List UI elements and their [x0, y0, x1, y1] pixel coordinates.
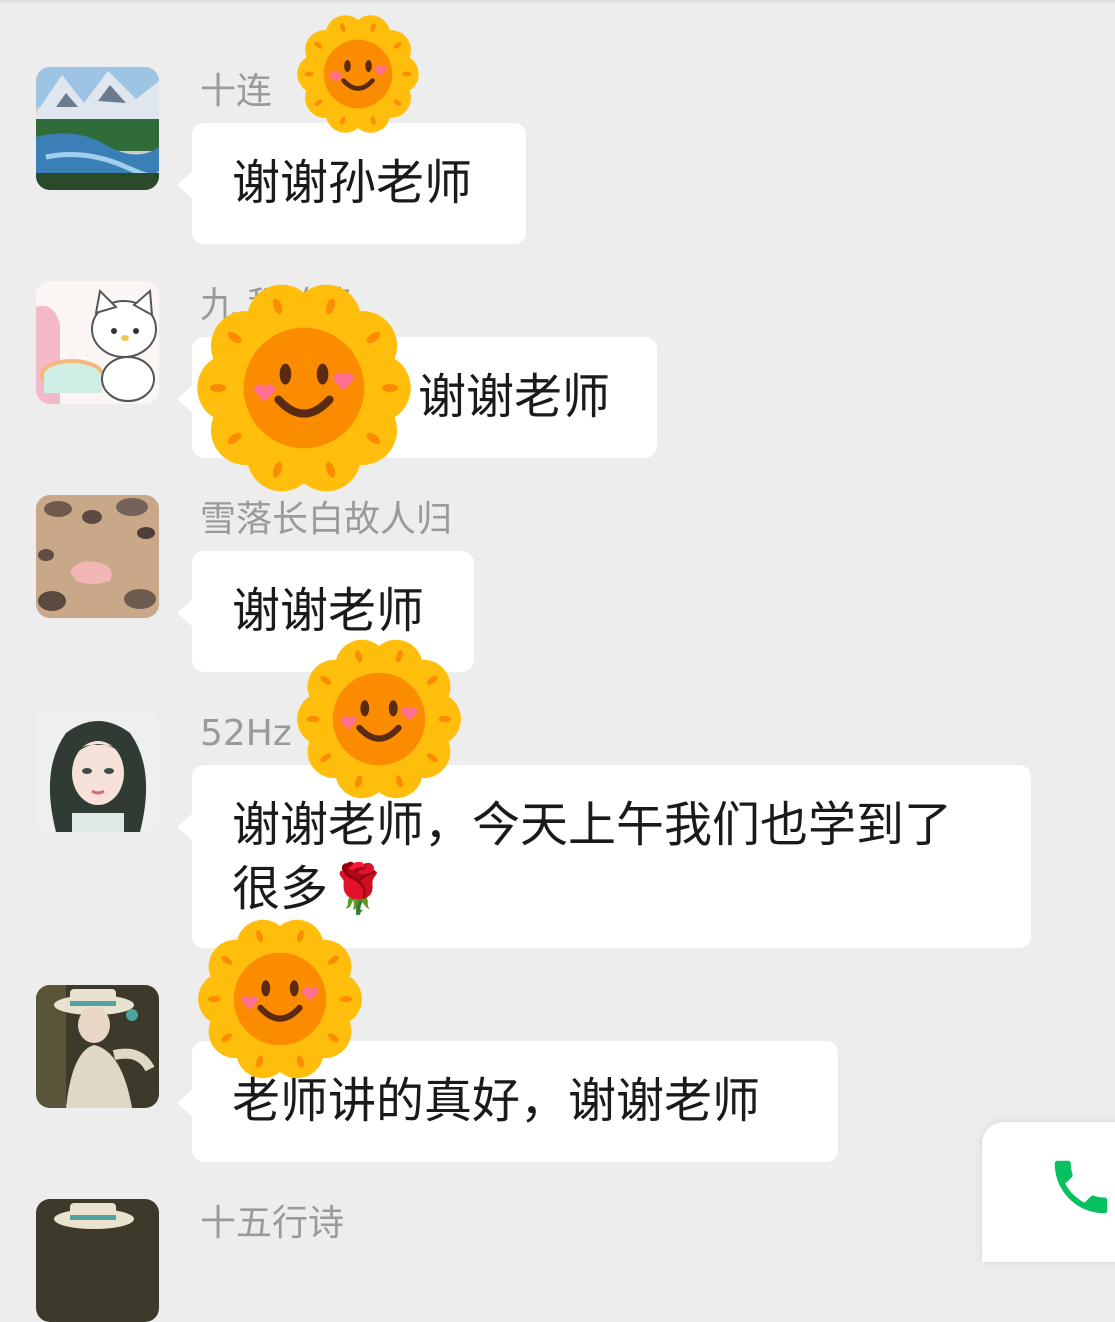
message-bubble[interactable]: 谢谢孙老师 — [177, 123, 526, 244]
illustrated-character-avatar[interactable] — [36, 985, 159, 1108]
message-text: 老师讲的真好，谢谢老师 — [232, 1073, 761, 1129]
illustrated-character-avatar[interactable] — [36, 1199, 159, 1322]
phone-icon[interactable] — [1046, 1152, 1115, 1222]
call-widget[interactable] — [982, 1122, 1115, 1262]
mountain-lake-avatar[interactable] — [36, 67, 159, 190]
sender-name: 十五行诗 — [200, 1203, 345, 1244]
sender-name: 十连 — [200, 71, 273, 112]
sender-name: 九 程乾稳 — [200, 285, 356, 326]
message-text: 谢谢老师 — [418, 369, 611, 425]
sender-name: 52Hz — [200, 713, 292, 754]
sender-name: 雪落长白故人归 — [200, 499, 453, 540]
message-bubble[interactable]: 谢谢老师 — [177, 337, 657, 458]
message-bubble[interactable]: 谢谢老师 — [177, 551, 474, 672]
cartoon-cat-avatar[interactable] — [36, 281, 159, 404]
smiling-sun-sticker — [297, 15, 419, 133]
anime-girl-avatar[interactable] — [36, 709, 159, 832]
message-text: 谢谢孙老师 — [232, 155, 473, 211]
message-bubble[interactable]: 老师讲的真好，谢谢老师 — [177, 1041, 838, 1162]
top-divider — [0, 0, 1115, 3]
message-bubble[interactable]: 谢谢老师，今天上午我们也学到了很多🌹 — [177, 765, 1031, 948]
beach-stones-avatar[interactable] — [36, 495, 159, 618]
message-text: 谢谢老师 — [232, 583, 425, 639]
message-text: 谢谢老师，今天上午我们也学到了很多🌹 — [232, 797, 953, 917]
